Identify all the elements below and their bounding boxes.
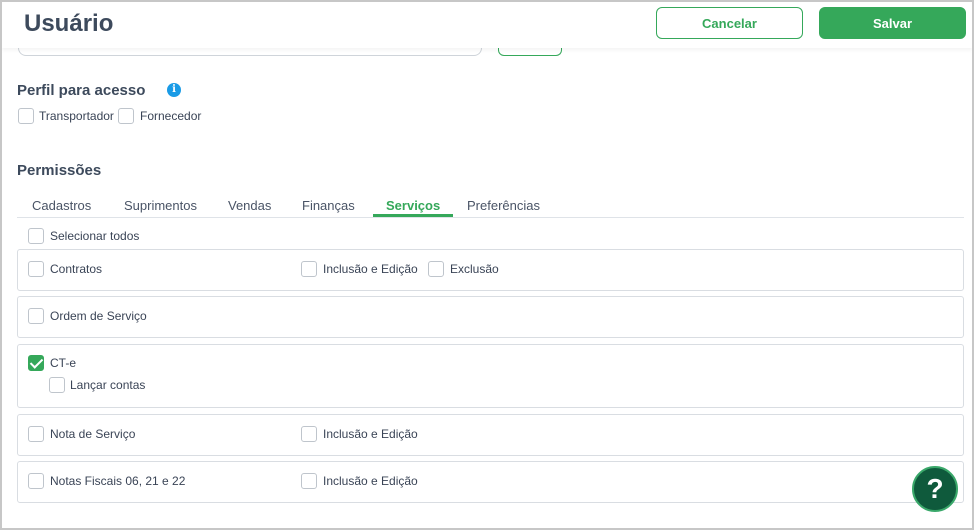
- contratos-checkbox[interactable]: [28, 261, 44, 277]
- tab-vendas[interactable]: Vendas: [228, 198, 271, 213]
- info-icon[interactable]: i: [167, 83, 181, 97]
- cancel-button[interactable]: Cancelar: [656, 7, 803, 39]
- select-all-checkbox[interactable]: [28, 228, 44, 244]
- transportador-checkbox[interactable]: [18, 108, 34, 124]
- page-title: Usuário: [24, 10, 114, 37]
- transportador-label: Transportador: [39, 109, 114, 123]
- notas-fiscais-checkbox[interactable]: [28, 473, 44, 489]
- contratos-exclusao-checkbox[interactable]: [428, 261, 444, 277]
- ordem-servico-label: Ordem de Serviço: [50, 309, 147, 323]
- tab-suprimentos[interactable]: Suprimentos: [124, 198, 197, 213]
- permission-row-cte: [17, 344, 964, 408]
- fornecedor-checkbox[interactable]: [118, 108, 134, 124]
- contratos-exclusao-label: Exclusão: [450, 262, 499, 276]
- lancar-contas-label: Lançar contas: [70, 378, 146, 392]
- contratos-inclusao-label: Inclusão e Edição: [323, 262, 418, 276]
- page-header: Usuário Cancelar Salvar: [2, 2, 972, 48]
- tab-servicos[interactable]: Serviços: [386, 198, 440, 213]
- contratos-inclusao-checkbox[interactable]: [301, 261, 317, 277]
- permission-row-nota-servico: [17, 414, 964, 456]
- permissoes-section-title: Permissões: [17, 162, 102, 179]
- help-button[interactable]: ?: [912, 466, 958, 512]
- nota-servico-checkbox[interactable]: [28, 426, 44, 442]
- ordem-servico-checkbox[interactable]: [28, 308, 44, 324]
- nota-servico-inclusao-checkbox[interactable]: [301, 426, 317, 442]
- notas-fiscais-inclusao-label: Inclusão e Edição: [323, 474, 418, 488]
- cte-label: CT-e: [50, 356, 77, 370]
- permission-row-ordem-servico: [17, 296, 964, 338]
- active-tab-indicator: [373, 214, 453, 217]
- perfil-section-title: Perfil para acesso: [17, 82, 146, 99]
- app-frame: Usuário Cancelar Salvar Perfil para aces…: [0, 0, 974, 530]
- tab-cadastros[interactable]: Cadastros: [32, 198, 91, 213]
- contratos-label: Contratos: [50, 262, 103, 276]
- cte-checkbox[interactable]: [28, 355, 44, 371]
- lancar-contas-checkbox[interactable]: [49, 377, 65, 393]
- fornecedor-label: Fornecedor: [140, 109, 202, 123]
- nota-servico-inclusao-label: Inclusão e Edição: [323, 427, 418, 441]
- tab-preferencias[interactable]: Preferências: [467, 198, 540, 213]
- save-button[interactable]: Salvar: [819, 7, 966, 39]
- notas-fiscais-label: Notas Fiscais 06, 21 e 22: [50, 474, 186, 488]
- permissions-tabs: Cadastros Suprimentos Vendas Finanças Se…: [17, 192, 964, 218]
- tab-financas[interactable]: Finanças: [302, 198, 355, 213]
- select-all-label: Selecionar todos: [50, 229, 140, 243]
- notas-fiscais-inclusao-checkbox[interactable]: [301, 473, 317, 489]
- nota-servico-label: Nota de Serviço: [50, 427, 136, 441]
